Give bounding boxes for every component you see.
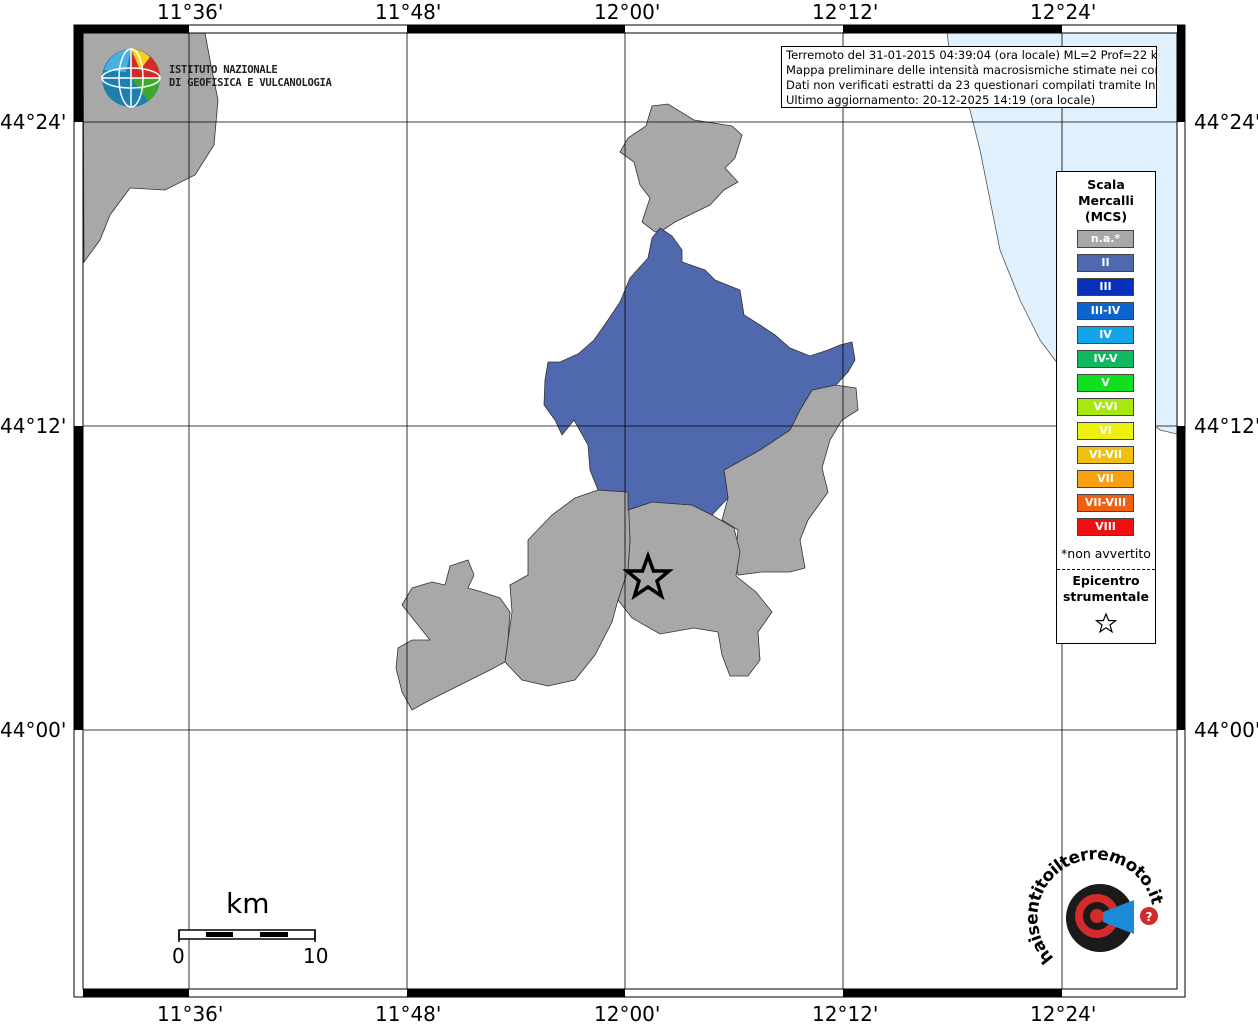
scale-unit-label: km — [226, 887, 270, 920]
municipality-southwest — [504, 489, 631, 687]
legend-note: *non avvertito — [1061, 546, 1151, 561]
legend-title-line-3: (MCS) — [1084, 209, 1128, 224]
lon-label-top-1: 11°36' — [157, 0, 224, 24]
legend-title: Scala Mercalli (MCS) — [1057, 177, 1155, 225]
event-info-box: Terremoto del 31-01-2015 04:39:04 (ora l… — [781, 46, 1157, 108]
legend-swatch: V-VI — [1077, 398, 1134, 416]
ingv-line-1: ISTITUTO NAZIONALE — [169, 64, 278, 76]
legend-swatch: VI — [1077, 422, 1134, 440]
ingv-logo-text: ISTITUTO NAZIONALE DI GEOFISICA E VULCAN… — [169, 64, 332, 90]
legend-swatch: II — [1077, 254, 1134, 272]
lon-label-bottom-5: 12°24' — [1030, 1002, 1097, 1026]
scale-min-label: 0 — [172, 944, 185, 968]
mcs-legend: Scala Mercalli (MCS) n.a.* II III III-IV IV I… — [1056, 171, 1156, 644]
legend-epi-line-2: strumentale — [1062, 589, 1150, 604]
lon-label-bottom-3: 12°00' — [594, 1002, 661, 1026]
municipality-north — [619, 103, 743, 233]
ingv-line-2: DI GEOFISICA E VULCANOLOGIA — [169, 77, 332, 89]
lat-label-left-3: 44°00' — [0, 718, 67, 742]
lat-label-left-1: 44°24' — [0, 110, 67, 134]
legend-swatch: III-IV — [1077, 302, 1134, 320]
lat-label-left-2: 44°12' — [0, 414, 67, 438]
legend-title-line-1: Scala — [1087, 177, 1125, 192]
scale-max-label: 10 — [303, 944, 329, 968]
legend-separator — [1057, 569, 1155, 570]
legend-swatch: VII-VIII — [1077, 494, 1134, 512]
scale-bar — [178, 929, 316, 942]
lon-label-top-4: 12°12' — [812, 0, 879, 24]
ingv-logo-icon — [101, 48, 161, 108]
legend-star-icon — [1095, 612, 1117, 634]
info-line-4: Ultimo aggiornamento: 20-12-2025 14:19 (… — [786, 93, 1096, 107]
lon-label-bottom-2: 11°48' — [375, 1002, 442, 1026]
lat-label-right-1: 44°24' — [1194, 110, 1258, 134]
legend-title-line-2: Mercalli — [1078, 193, 1134, 208]
legend-swatch: III — [1077, 278, 1134, 296]
legend-swatch: VII — [1077, 470, 1134, 488]
lon-label-top-3: 12°00' — [594, 0, 661, 24]
legend-swatch: VI-VII — [1077, 446, 1134, 464]
info-line-2: Mappa preliminare delle intensità macros… — [786, 63, 1157, 77]
lat-label-right-2: 44°12' — [1194, 414, 1258, 438]
lon-label-bottom-4: 12°12' — [812, 1002, 879, 1026]
legend-swatch: V — [1077, 374, 1134, 392]
legend-swatch: IV — [1077, 326, 1134, 344]
lon-label-bottom-1: 11°36' — [157, 1002, 224, 1026]
legend-epicenter-label: Epicentro strumentale — [1057, 573, 1155, 605]
lon-label-top-2: 11°48' — [375, 0, 442, 24]
svg-text:?: ? — [1146, 910, 1153, 924]
info-line-1: Terremoto del 31-01-2015 04:39:04 (ora l… — [786, 48, 1157, 62]
info-line-3: Dati non verificati estratti da 23 quest… — [786, 78, 1157, 92]
municipality-west — [395, 559, 511, 711]
lon-label-top-5: 12°24' — [1030, 0, 1097, 24]
lat-label-right-3: 44°00' — [1194, 718, 1258, 742]
legend-swatch: VIII — [1077, 518, 1134, 536]
legend-swatch: n.a.* — [1077, 230, 1134, 248]
legend-epi-line-1: Epicentro — [1072, 573, 1140, 588]
legend-swatch: IV-V — [1077, 350, 1134, 368]
